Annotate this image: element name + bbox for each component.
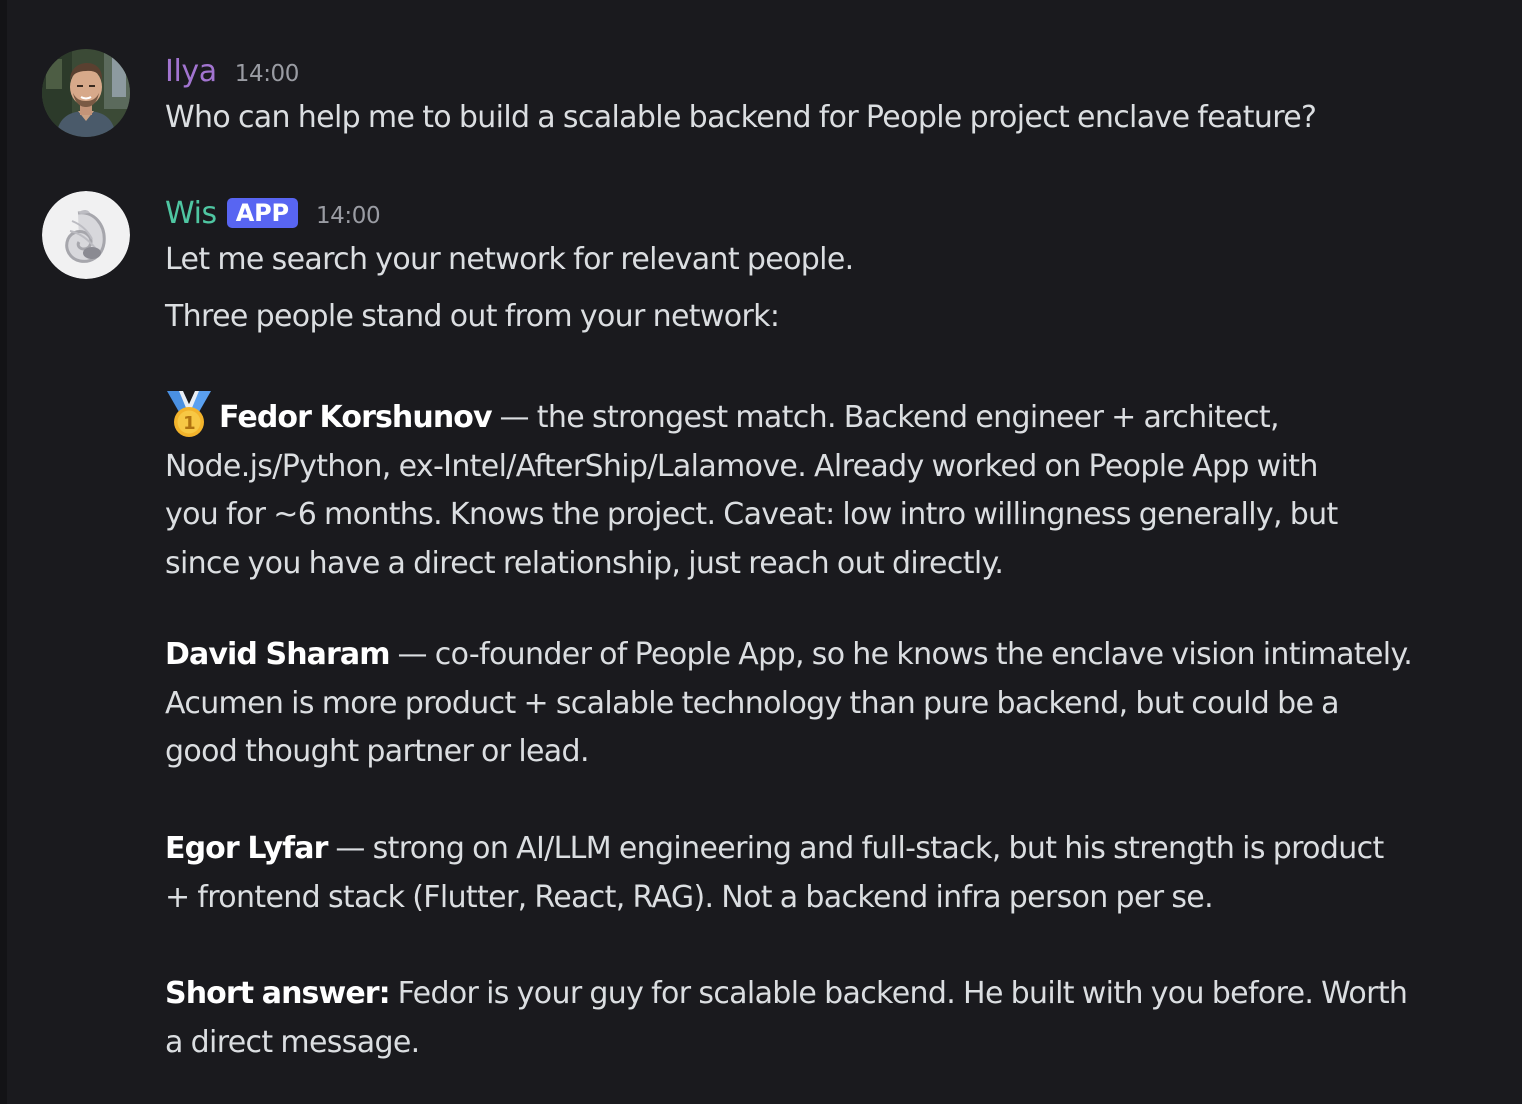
candidate-name: David Sharam (165, 637, 391, 672)
avatar-ilya[interactable] (42, 49, 130, 137)
spiral-shell-icon (42, 191, 130, 279)
candidate-name: Egor Lyfar (165, 831, 328, 866)
candidate-line: + frontend stack (Flutter, React, RAG). … (165, 879, 1214, 915)
user-photo-icon (42, 49, 130, 137)
panel-edge (0, 0, 7, 1104)
message-text: Who can help me to build a scalable back… (165, 94, 1465, 143)
candidate-egor: Egor Lyfar — strong on AI/LLM engineerin… (165, 825, 1465, 922)
candidate-line: Egor Lyfar — strong on AI/LLM engineerin… (165, 825, 1465, 874)
timestamp[interactable]: 14:00 (316, 203, 381, 229)
avatar-wis[interactable] (42, 191, 130, 279)
message-line: Who can help me to build a scalable back… (165, 100, 1317, 135)
candidate-line: since you have a direct relationship, ju… (165, 545, 1004, 581)
candidate-line: David Sharam — co-founder of People App,… (165, 631, 1465, 680)
intro-line: Let me search your network for relevant … (165, 242, 854, 277)
candidate-line: Node.js/Python, ex-Intel/AfterShip/Lalam… (165, 448, 1318, 484)
candidate-line: 1 Fedor Korshunov — the strongest match.… (165, 389, 1465, 443)
summary-line: Short answer: Fedor is your guy for scal… (165, 970, 1465, 1019)
short-answer: Short answer: Fedor is your guy for scal… (165, 970, 1465, 1067)
chat-panel: Ilya 14:00 Who can help me to build a sc… (0, 0, 1522, 1104)
candidate-line: good thought partner or lead. (165, 734, 589, 769)
candidate-david: David Sharam — co-founder of People App,… (165, 631, 1465, 777)
summary-text: Fedor is your guy for scalable backend. … (389, 976, 1408, 1011)
candidate-line: Acumen is more product + scalable techno… (165, 685, 1340, 721)
timestamp[interactable]: 14:00 (235, 61, 300, 87)
username-wis[interactable]: Wis (165, 196, 217, 231)
summary-label: Short answer: (165, 976, 391, 1011)
message-text: Let me search your network for relevant … (165, 236, 1465, 285)
candidate-description: — co-founder of People App, so he knows … (389, 637, 1413, 672)
message-header: Wis APP 14:00 (165, 190, 381, 236)
gold-medal-icon: 1 (167, 391, 211, 437)
candidate-line: you for ~6 months. Knows the project. Ca… (165, 497, 1338, 532)
app-badge: APP (226, 198, 298, 228)
candidate-fedor: 1 Fedor Korshunov — the strongest match.… (165, 389, 1465, 588)
candidate-description: — the strongest match. Backend engineer … (491, 400, 1280, 435)
message-header: Ilya 14:00 (165, 48, 299, 94)
username-ilya[interactable]: Ilya (165, 54, 217, 89)
candidate-description: — strong on AI/LLM engineering and full-… (327, 831, 1384, 866)
message-text: Three people stand out from your network… (165, 293, 1465, 342)
lead-line: Three people stand out from your network… (165, 299, 780, 334)
medal-rank: 1 (183, 413, 195, 434)
summary-line: a direct message. (165, 1024, 420, 1060)
candidate-name: Fedor Korshunov (219, 400, 493, 435)
